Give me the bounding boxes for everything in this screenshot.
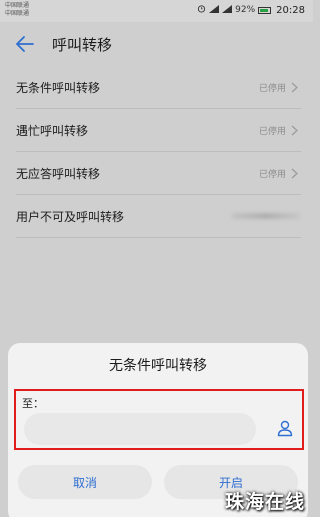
option-no-answer[interactable]: 无应答呼叫转移 已停用 [16,152,301,195]
status-bar: 中国联通 中国联通 92% 20:28 [0,0,313,22]
option-status: 已停用 [258,83,286,94]
back-arrow-icon[interactable] [10,29,40,59]
option-unconditional[interactable]: 无条件呼叫转移 已停用 [16,66,301,109]
contact-picker-icon[interactable] [274,417,296,439]
wifi-icon [222,5,233,15]
alarm-icon [197,4,206,16]
battery-percent: 92% [235,5,256,15]
option-busy[interactable]: 遇忙呼叫转移 已停用 [16,109,301,152]
forward-number-input[interactable] [24,413,256,445]
option-status: 已停用 [258,169,286,180]
carrier-info: 中国联通 中国联通 [5,2,29,18]
blurred-number [231,213,301,219]
option-status: 已停用 [258,126,286,137]
watermark: 珠海在线 [224,491,305,513]
carrier-label-1: 中国联通 [5,2,30,9]
forward-to-label: 至： [22,397,44,410]
signal-icon [209,5,220,15]
option-label: 用户不可及呼叫转移 [16,209,125,224]
dialog-title: 无条件呼叫转移 [109,358,207,374]
page-title: 呼叫转移 [52,35,113,54]
app-bar: 呼叫转移 [0,22,313,66]
option-label: 无条件呼叫转移 [16,80,101,95]
battery-icon [258,6,272,14]
carrier-label-2: 中国联通 [5,10,30,17]
option-label: 无应答呼叫转移 [16,166,101,181]
cancel-button[interactable]: 取消 [18,465,152,499]
option-unreachable[interactable]: 用户不可及呼叫转移 [16,195,301,238]
chevron-right-icon [291,124,301,136]
chevron-right-icon [291,81,301,93]
forward-to-section: 至： [14,389,304,450]
forwarding-options-list: 无条件呼叫转移 已停用 遇忙呼叫转移 已停用 无应答呼叫转移 已停用 用户不可及… [0,66,313,238]
chevron-right-icon [291,167,301,179]
status-icons: 92% 20:28 [197,4,305,16]
option-label: 遇忙呼叫转移 [16,123,89,138]
clock: 20:28 [276,4,305,16]
